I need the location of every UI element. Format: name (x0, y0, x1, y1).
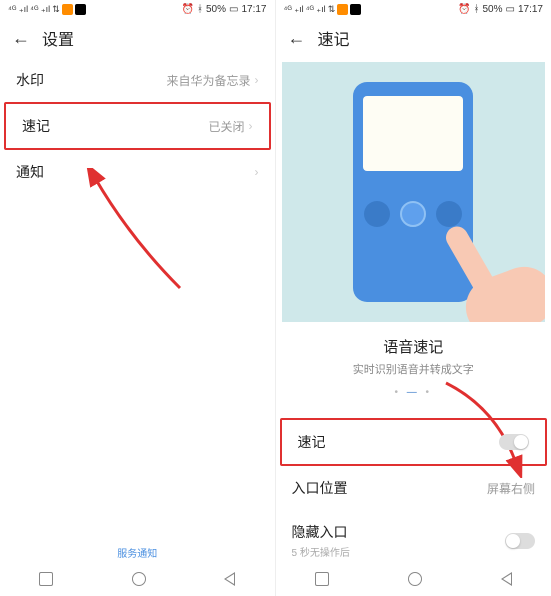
row-sublabel: 5 秒无操作后 (292, 544, 350, 559)
nav-bar (276, 562, 551, 596)
phone-left-settings: ⁴ᴳ ₊ıl ⁴ᴳ ₊ıl ⇅ ⏰ ᚼ 50% ▭ 17:17 ← 设置 水印 (0, 0, 276, 596)
chevron-right-icon: › (255, 73, 259, 87)
nav-recent-icon[interactable] (315, 572, 329, 586)
row-value: 来自华为备忘录 › (166, 72, 258, 89)
row-label: 速记 (298, 432, 326, 452)
battery-icon: ▭ (229, 4, 238, 15)
clock-text: 17:17 (241, 4, 266, 15)
signal-icon: ⁴ᴳ ₊ıl (306, 4, 326, 15)
battery-icon: ▭ (506, 4, 515, 15)
row-label: 通知 (16, 162, 44, 182)
chevron-right-icon: › (255, 165, 259, 179)
device-screen (363, 96, 463, 171)
row-quicknote-toggle[interactable]: 速记 (280, 418, 548, 466)
quicknote-content: 语音速记 实时识别语音并转成文字 • — • 速记 入口位置 屏幕右侧 隐藏入口… (276, 58, 551, 562)
carousel-dots: • — • (276, 387, 551, 398)
signal-icon: ⁴ᴳ ₊ıl (8, 4, 28, 15)
row-label: 入口位置 (292, 478, 348, 498)
row-watermark[interactable]: 水印 来自华为备忘录 › (0, 58, 275, 102)
nav-back-icon[interactable] (224, 572, 235, 586)
nav-home-icon[interactable] (408, 572, 422, 586)
nav-recent-icon[interactable] (39, 572, 53, 586)
device-btn (364, 201, 390, 227)
alarm-icon: ⏰ (458, 4, 470, 15)
phone-right-quicknote: ⁴ᴳ ₊ıl ⁴ᴳ ₊ıl ⇅ ⏰ ᚼ 50% ▭ 17:17 ← 速记 (276, 0, 551, 596)
back-icon[interactable]: ← (12, 28, 30, 49)
header: ← 设置 (0, 18, 275, 58)
row-position[interactable]: 入口位置 屏幕右侧 (276, 466, 551, 510)
footer-link[interactable]: 服务通知 (0, 537, 275, 562)
promo-illustration (282, 62, 546, 322)
bluetooth-icon: ᚼ (474, 4, 480, 15)
row-hide-entry[interactable]: 隐藏入口 5 秒无操作后 (276, 510, 551, 562)
status-bar: ⁴ᴳ ₊ıl ⁴ᴳ ₊ıl ⇅ ⏰ ᚼ 50% ▭ 17:17 (276, 0, 551, 18)
row-value: 已关闭 › (208, 118, 252, 135)
signal-icon: ⁴ᴳ ₊ıl (30, 4, 50, 15)
device-btn (400, 201, 426, 227)
status-right: ⏰ ᚼ 50% ▭ 17:17 (458, 4, 543, 15)
hand-graphic (425, 222, 545, 302)
app-icon (350, 4, 361, 15)
data-icon: ⇅ (52, 4, 60, 15)
alarm-icon: ⏰ (182, 4, 194, 15)
row-label: 速记 (22, 116, 50, 136)
settings-list: 水印 来自华为备忘录 › 速记 已关闭 › 通知 › (0, 58, 275, 537)
row-label: 隐藏入口 (292, 522, 350, 542)
status-right: ⏰ ᚼ 50% ▭ 17:17 (182, 4, 267, 15)
battery-text: 50% (206, 4, 226, 15)
data-icon: ⇅ (328, 4, 336, 15)
signal-icon: ⁴ᴳ ₊ıl (284, 4, 304, 15)
battery-text: 50% (483, 4, 503, 15)
status-left: ⁴ᴳ ₊ıl ⁴ᴳ ₊ıl ⇅ (284, 4, 362, 15)
bluetooth-icon: ᚼ (197, 4, 203, 15)
app-icon (337, 4, 348, 15)
promo-subtitle: 实时识别语音并转成文字 (276, 361, 551, 377)
row-notify[interactable]: 通知 › (0, 150, 275, 194)
page-title: 设置 (42, 26, 74, 50)
chevron-right-icon: › (249, 119, 253, 133)
row-quicknote[interactable]: 速记 已关闭 › (4, 102, 271, 150)
toggle-switch[interactable] (499, 434, 529, 450)
back-icon[interactable]: ← (288, 28, 306, 49)
nav-bar (0, 562, 275, 596)
status-bar: ⁴ᴳ ₊ıl ⁴ᴳ ₊ıl ⇅ ⏰ ᚼ 50% ▭ 17:17 (0, 0, 275, 18)
nav-home-icon[interactable] (132, 572, 146, 586)
row-label: 水印 (16, 70, 44, 90)
page-title: 速记 (318, 26, 350, 50)
clock-text: 17:17 (518, 4, 543, 15)
header: ← 速记 (276, 18, 551, 58)
app-icon (75, 4, 86, 15)
toggle-switch[interactable] (505, 533, 535, 549)
row-value: 屏幕右侧 (487, 480, 535, 497)
app-icon (62, 4, 73, 15)
nav-back-icon[interactable] (501, 572, 512, 586)
promo-title: 语音速记 (276, 336, 551, 357)
status-left: ⁴ᴳ ₊ıl ⁴ᴳ ₊ıl ⇅ (8, 4, 86, 15)
